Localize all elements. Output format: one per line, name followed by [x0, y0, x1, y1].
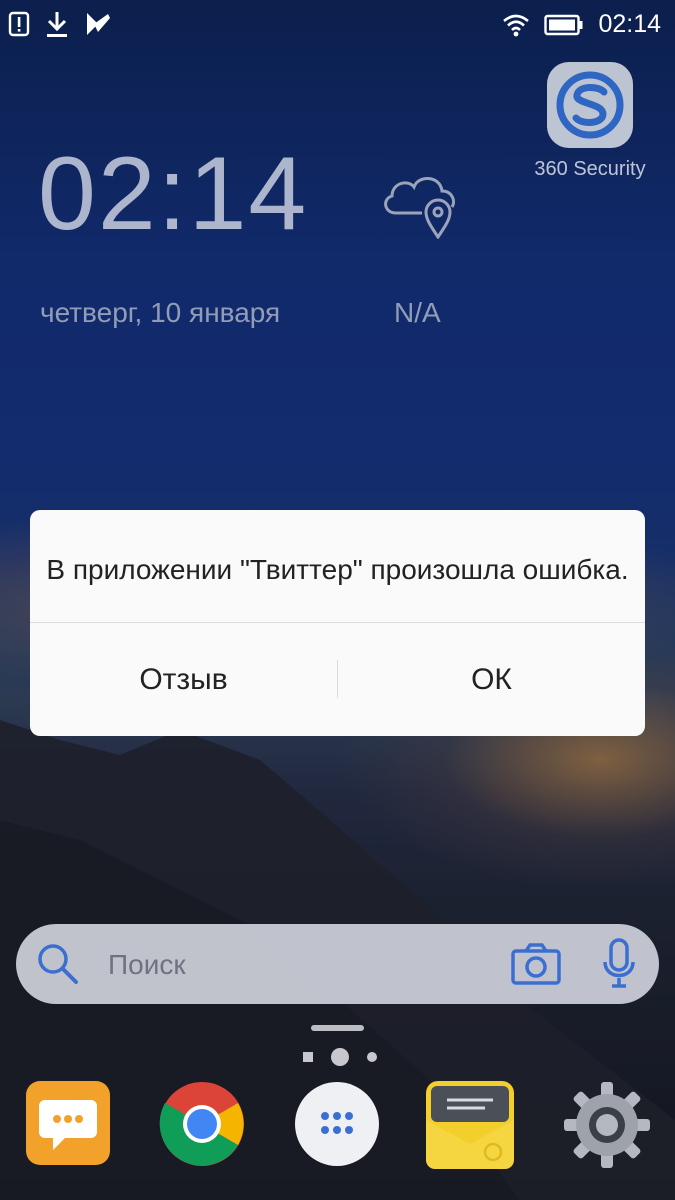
error-dialog: В приложении "Твиттер" произошла ошибка.…	[30, 510, 645, 736]
dock-handle[interactable]	[311, 1025, 364, 1031]
settings-icon	[564, 1082, 650, 1168]
360-security-icon	[547, 62, 633, 148]
status-bar: 02:14	[0, 0, 675, 48]
battery-icon	[544, 14, 583, 35]
alert-icon	[8, 11, 30, 37]
dock-app-drawer[interactable]	[293, 1080, 383, 1170]
dock-messages-app[interactable]	[25, 1080, 115, 1170]
status-time: 02:14	[598, 10, 661, 38]
search-input[interactable]	[106, 944, 490, 986]
dock-chrome-app[interactable]	[158, 1080, 248, 1170]
page-dot-home[interactable]	[303, 1052, 313, 1062]
chrome-icon	[159, 1082, 244, 1166]
weather-status[interactable]: N/A	[394, 297, 441, 329]
ok-button[interactable]: ОК	[338, 623, 645, 736]
email-icon	[426, 1081, 514, 1169]
search-icon[interactable]	[36, 942, 80, 986]
messages-icon	[26, 1081, 110, 1165]
page-dot-active[interactable]	[331, 1048, 349, 1066]
microphone-icon[interactable]	[602, 938, 636, 990]
app-drawer-icon	[295, 1082, 379, 1166]
page-dot[interactable]	[367, 1052, 377, 1062]
search-bar[interactable]	[16, 924, 659, 1004]
weather-cloud-location-icon[interactable]	[378, 165, 462, 239]
app-notification-icon	[87, 13, 110, 35]
download-icon	[47, 12, 67, 37]
app-360-security[interactable]: 360 Security	[530, 62, 650, 181]
camera-icon[interactable]	[510, 942, 562, 986]
clock-widget-time[interactable]: 02:14	[38, 135, 308, 254]
wifi-icon	[503, 14, 530, 36]
dialog-message: В приложении "Твиттер" произошла ошибка.	[46, 554, 629, 585]
page-indicator	[303, 1048, 377, 1066]
app-label: 360 Security	[534, 158, 646, 180]
dock-email-app[interactable]	[425, 1080, 515, 1170]
feedback-button[interactable]: Отзыв	[30, 623, 337, 736]
clock-widget-date[interactable]: четверг, 10 января	[40, 297, 280, 329]
dock-settings-app[interactable]	[562, 1080, 652, 1170]
